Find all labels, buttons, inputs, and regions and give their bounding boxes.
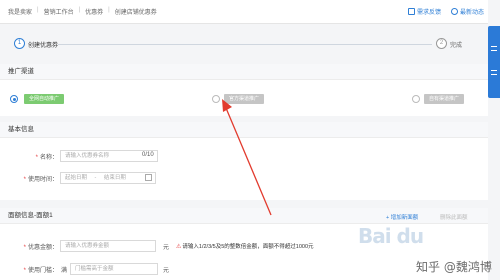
channel-radio-own[interactable] [412,95,420,103]
time-label: * 使用时间： [23,177,58,183]
threshold-unit: 元 [163,268,170,274]
add-denomination-link[interactable]: + 增加新面额 [386,213,418,221]
baidu-watermark: Bai du [358,224,424,248]
top-bar: 我是卖家 | 营销工作台 | 优惠券 | 创建店铺优惠券 需求反馈 最新动态 [0,0,488,24]
amount-warning: ⚠请输入1/2/3/5及5的整数倍金额，面额不得超过1000元 [176,244,314,250]
channel-radio-official[interactable] [212,95,220,103]
step-1-label: 创建优惠券 [28,43,59,49]
breadcrumb-item-coupons[interactable]: 优惠券 [85,7,103,16]
zhihu-watermark: 知乎 @魏鸿博 [416,260,492,274]
step-indicator: 1 创建优惠券 2 完成 [0,33,488,55]
side-service-button[interactable] [488,26,500,98]
feedback-link[interactable]: 需求反馈 [407,7,441,16]
delete-denomination-link[interactable]: 删除此面额 [440,213,468,221]
channel-radio-auto[interactable] [10,95,18,103]
breadcrumb-item-seller[interactable]: 我是卖家 [8,7,32,16]
channel-section-title: 推广渠道 [0,64,488,80]
side-strip [488,0,500,280]
step-connector [58,44,432,45]
threshold-label: * 使用门槛： [23,268,58,274]
amount-unit: 元 [163,245,170,251]
edit-icon [407,8,415,15]
channel-option-own[interactable]: 自有渠道推广 [424,94,465,104]
channel-section: 推广渠道 全网自动推广 官方渠道推广 自有渠道推广 [0,64,488,116]
channel-option-official[interactable]: 官方渠道推广 [224,94,265,104]
name-label: * 名称： [35,155,58,161]
amount-label: * 优惠金额： [23,245,58,251]
warning-icon: ⚠ [176,244,182,250]
breadcrumb-item-marketing[interactable]: 营销工作台 [44,7,74,16]
end-date-placeholder: 结束日期 [103,175,126,181]
step-1-badge: 1 [14,38,25,49]
breadcrumb: 我是卖家 | 营销工作台 | 优惠券 | 创建店铺优惠券 [8,7,157,16]
step-2-label: 完成 [450,43,463,49]
calendar-icon[interactable] [145,174,152,181]
amount-input[interactable]: 请输入优惠券金额 [60,240,156,252]
name-char-counter: 0/10 [142,152,154,158]
info-icon [450,8,458,15]
start-date-placeholder: 起始日期 [65,175,88,181]
threshold-input[interactable]: 门槛需高于金额 [70,263,158,275]
step-2-badge: 2 [436,38,447,49]
basic-info-title: 基本信息 [0,122,488,138]
channel-option-auto[interactable]: 全网自动推广 [24,94,65,104]
basic-info-section: 基本信息 * 名称： 请输入优惠券名称 0/10 * 使用时间： 起始日期 - 结束… [0,122,488,200]
threshold-prefix: 满 [61,268,68,274]
news-link[interactable]: 最新动态 [450,7,484,16]
date-range-input[interactable]: 起始日期 - 结束日期 [60,172,156,184]
breadcrumb-item-current: 创建店铺优惠券 [114,10,157,16]
